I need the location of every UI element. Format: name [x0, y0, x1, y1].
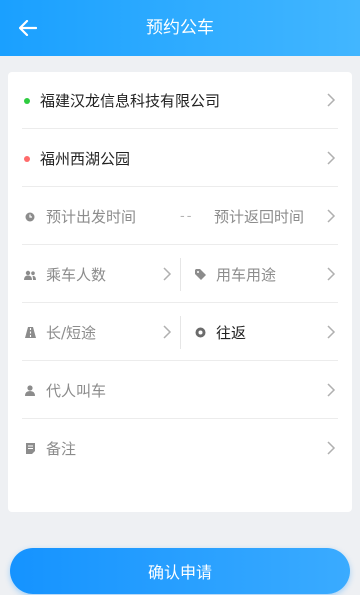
- chevron-right-icon: [327, 267, 336, 281]
- tag-icon: [194, 269, 206, 281]
- to-location-value: 福州西湖公园: [40, 150, 131, 168]
- page-title: 预约公车: [146, 18, 214, 38]
- chevron-right-icon: [327, 441, 336, 455]
- trip-type-field[interactable]: 往返: [194, 304, 246, 361]
- from-location-field[interactable]: 福建汉龙信息科技有限公司: [24, 72, 220, 129]
- remarks-field[interactable]: 备注: [24, 420, 76, 477]
- chevron-right-icon: [327, 93, 336, 107]
- distance-placeholder: 长/短途: [46, 324, 97, 342]
- column-divider: [180, 258, 181, 291]
- proxy-booking-field[interactable]: 代人叫车: [24, 362, 106, 419]
- person-icon: [24, 385, 36, 397]
- from-location-value: 福建汉龙信息科技有限公司: [40, 92, 221, 110]
- from-location-row[interactable]: 福建汉龙信息科技有限公司: [22, 72, 338, 129]
- chevron-right-icon: [163, 267, 172, 281]
- return-time-field[interactable]: 预计返回时间: [214, 188, 304, 245]
- departure-time-field[interactable]: 预计出发时间: [24, 188, 136, 245]
- column-divider: [180, 316, 181, 349]
- passengers-purpose-row: 乘车人数 用车用途: [22, 246, 338, 303]
- end-point-dot: [24, 155, 30, 162]
- app-header: 预约公车: [0, 0, 360, 56]
- time-separator: --: [180, 209, 194, 224]
- start-point-dot: [24, 97, 30, 104]
- chevron-right-icon: [163, 325, 172, 339]
- people-icon: [24, 269, 36, 281]
- round-trip-icon: [194, 327, 206, 339]
- confirm-submit-button[interactable]: 确认申请: [10, 548, 350, 594]
- distance-field[interactable]: 长/短途: [24, 304, 96, 361]
- departure-time-placeholder: 预计出发时间: [46, 208, 137, 226]
- booking-form-card: 福建汉龙信息科技有限公司 福州西湖公园 预计出发时间 -- 预计返回时间 乘车人…: [8, 72, 352, 512]
- distance-trip-row: 长/短途 往返: [22, 304, 338, 361]
- proxy-booking-row[interactable]: 代人叫车: [22, 362, 338, 419]
- to-location-field[interactable]: 福州西湖公园: [24, 130, 130, 187]
- remarks-placeholder: 备注: [46, 440, 77, 458]
- passengers-field[interactable]: 乘车人数: [24, 246, 106, 303]
- road-icon: [24, 327, 36, 339]
- note-icon: [24, 443, 36, 455]
- chevron-right-icon: [327, 325, 336, 339]
- time-row: 预计出发时间 -- 预计返回时间: [22, 188, 338, 245]
- passengers-placeholder: 乘车人数: [46, 266, 107, 284]
- to-location-row[interactable]: 福州西湖公园: [22, 130, 338, 187]
- proxy-booking-placeholder: 代人叫车: [46, 382, 107, 400]
- return-time-placeholder: 预计返回时间: [214, 208, 305, 226]
- purpose-placeholder: 用车用途: [216, 266, 277, 284]
- trip-type-value: 往返: [216, 324, 247, 342]
- chevron-right-icon: [327, 151, 336, 165]
- chevron-right-icon: [327, 209, 336, 223]
- remarks-row[interactable]: 备注: [22, 420, 338, 477]
- clock-icon: [24, 211, 36, 223]
- purpose-field[interactable]: 用车用途: [194, 246, 276, 303]
- chevron-right-icon: [327, 383, 336, 397]
